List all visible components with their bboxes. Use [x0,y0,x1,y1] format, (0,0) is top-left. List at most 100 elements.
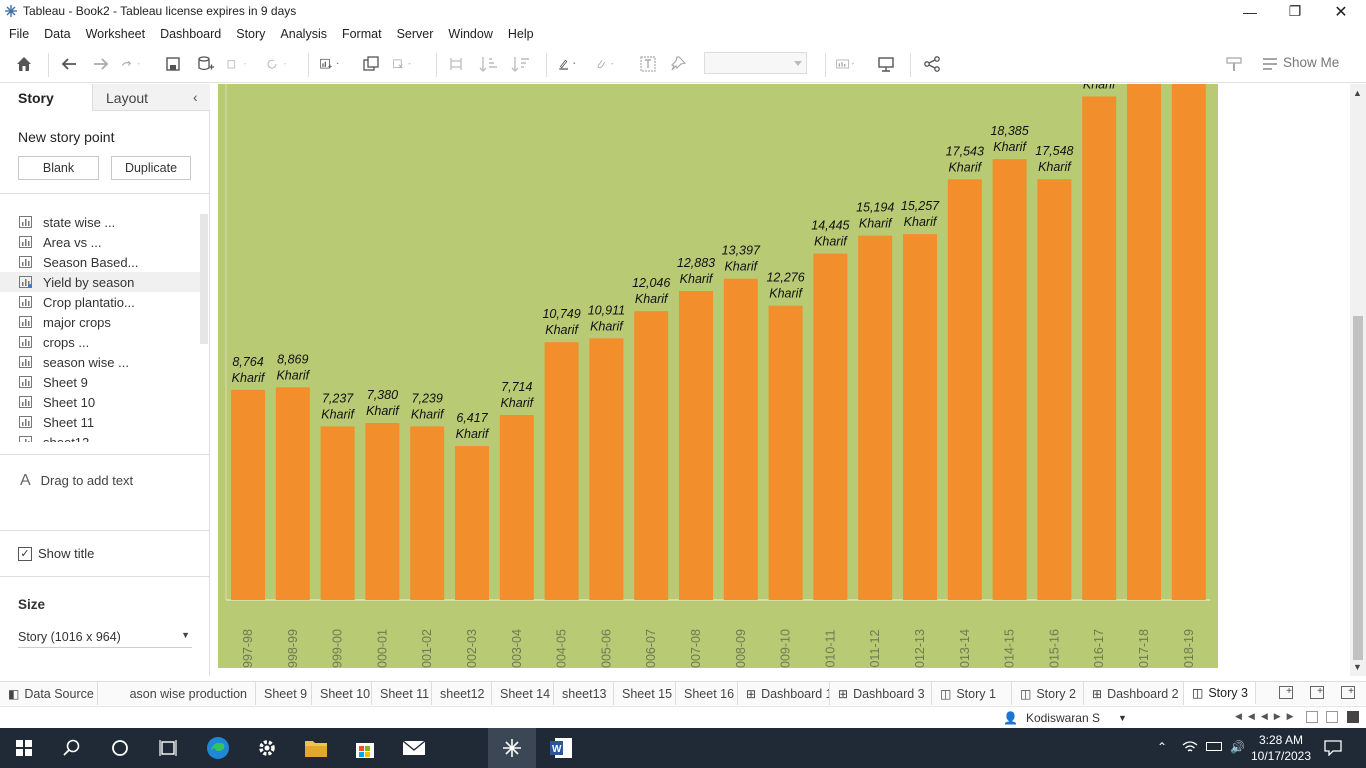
sheet-tab[interactable]: Sheet 11 [372,682,432,705]
windows-start-icon[interactable] [0,728,48,768]
bar[interactable] [544,342,579,600]
fit-dropdown[interactable] [704,52,807,74]
group-icon[interactable] [596,54,616,74]
save-icon[interactable] [163,54,183,74]
blank-button[interactable]: Blank [18,156,99,180]
microsoft-store-icon[interactable] [341,728,389,768]
sheet-tab[interactable]: ⊞ Dashboard 3 [830,682,932,705]
story-sheet-item[interactable]: Yield by season [0,272,200,292]
file-explorer-icon[interactable] [292,728,340,768]
volume-icon[interactable]: 🔊 [1230,740,1245,754]
sort-asc-icon[interactable] [479,54,499,74]
menu-format[interactable]: Format [336,27,388,41]
story-sheet-item[interactable]: sheet12 [0,432,200,442]
sheet-tab[interactable]: Sheet 16 [676,682,738,705]
word-icon[interactable]: W [537,728,585,768]
system-clock[interactable]: 3:28 AM 10/17/2023 [1250,732,1312,764]
story-sheet-item[interactable]: Crop plantatio... [0,292,200,312]
canvas-scrollbar[interactable]: ▲ ▼ [1350,84,1366,676]
clear-icon[interactable] [393,54,413,74]
tab-story[interactable]: Story [0,84,92,111]
duplicate-icon[interactable] [361,54,381,74]
story-sheet-item[interactable]: Sheet 9 [0,372,200,392]
menu-file[interactable]: File [3,27,35,41]
menu-server[interactable]: Server [391,27,440,41]
bar[interactable] [1127,84,1161,600]
bar[interactable] [1037,179,1072,600]
settings-gear-icon[interactable] [243,728,291,768]
scroll-down-icon[interactable]: ▼ [1353,662,1362,672]
close-button[interactable]: ✕ [1318,0,1364,23]
filmstrip-view-icon[interactable] [1326,711,1338,723]
bar[interactable] [1171,84,1206,600]
sheet-tab[interactable]: sheet12 [432,682,492,705]
bar[interactable] [365,423,400,600]
bar[interactable] [903,234,937,600]
sheet-tab[interactable]: sheet13 [554,682,614,705]
sheet-tab[interactable]: ◫ Story 3 [1184,682,1256,705]
bar[interactable] [499,415,534,600]
sheet-tab[interactable]: Sheet 14 [492,682,554,705]
presentation-icon[interactable] [876,54,896,74]
story-sheet-item[interactable]: season wise ... [0,352,200,372]
duplicate-button[interactable]: Duplicate [111,156,191,180]
new-datasource-icon[interactable] [195,54,215,74]
pause-icon[interactable] [226,54,246,74]
menu-data[interactable]: Data [38,27,76,41]
sheet-tab[interactable]: Sheet 10 [312,682,372,705]
menu-dashboard[interactable]: Dashboard [154,27,227,41]
tab-layout[interactable]: Layout ‹ [92,84,210,111]
restore-button[interactable]: ❐ [1272,0,1318,23]
cortana-icon[interactable] [96,728,144,768]
redo-menu-icon[interactable] [121,54,141,74]
refresh-icon[interactable] [266,54,286,74]
tabs-view-icon[interactable] [1347,711,1359,723]
story-sheet-item[interactable]: Area vs ... [0,232,200,252]
story-sheet-item[interactable]: crops ... [0,332,200,352]
notifications-icon[interactable] [1324,740,1342,759]
paint-icon[interactable] [1224,54,1244,74]
sheet-tab[interactable]: ◫ Story 2 [1012,682,1084,705]
show-me-icon[interactable] [1260,54,1280,74]
story-sheet-item[interactable]: Sheet 11 [0,412,200,432]
show-title-checkbox[interactable]: ✓ Show title [18,546,94,561]
new-story-tab-icon[interactable]: + [1341,686,1355,699]
mail-icon[interactable] [390,728,438,768]
sort-desc-icon[interactable] [511,54,531,74]
new-dashboard-tab-icon[interactable]: + [1310,686,1324,699]
show-me-button[interactable]: Show Me [1283,55,1339,70]
label-icon[interactable] [638,54,658,74]
menu-window[interactable]: Window [442,27,498,41]
bar[interactable] [947,179,982,601]
pin-icon[interactable] [668,54,688,74]
bar[interactable] [231,389,265,600]
sheet-tab[interactable]: ason wise production [98,682,256,705]
bar-chart[interactable]: 8,764 Kharif 1997-98 8,869 Kharif 1998-99 7,23… [218,84,1218,668]
bar[interactable] [813,253,848,601]
share-icon[interactable] [922,54,942,74]
sheet-tab[interactable]: ⊞ Dashboard 1 [738,682,830,705]
swap-icon[interactable] [446,54,466,74]
sheet-tab[interactable]: ⊞ Dashboard 2 [1084,682,1184,705]
bar[interactable] [679,291,713,600]
scroll-up-icon[interactable]: ▲ [1353,88,1362,98]
story-sheet-item[interactable]: Season Based... [0,252,200,272]
search-icon[interactable] [48,728,96,768]
battery-icon[interactable] [1206,742,1222,751]
story-sheet-item[interactable]: Sheet 10 [0,392,200,412]
minimize-button[interactable]: — [1227,0,1273,23]
bar[interactable] [589,338,624,600]
sheet-tab[interactable]: Sheet 15 [614,682,676,705]
task-view-icon[interactable] [144,728,192,768]
bar[interactable] [455,446,489,600]
wifi-icon[interactable] [1182,740,1198,757]
bar[interactable] [992,159,1027,601]
story-canvas[interactable]: 8,764 Kharif 1997-98 8,869 Kharif 1998-99 7,23… [218,84,1218,668]
bar[interactable] [320,426,355,600]
bar[interactable] [410,426,445,600]
story-sheet-item[interactable]: state wise ... [0,212,200,232]
sheet-tab[interactable]: Sheet 9 [256,682,312,705]
bar[interactable] [723,278,758,600]
story-sheet-item[interactable]: major crops [0,312,200,332]
menu-story[interactable]: Story [230,27,271,41]
